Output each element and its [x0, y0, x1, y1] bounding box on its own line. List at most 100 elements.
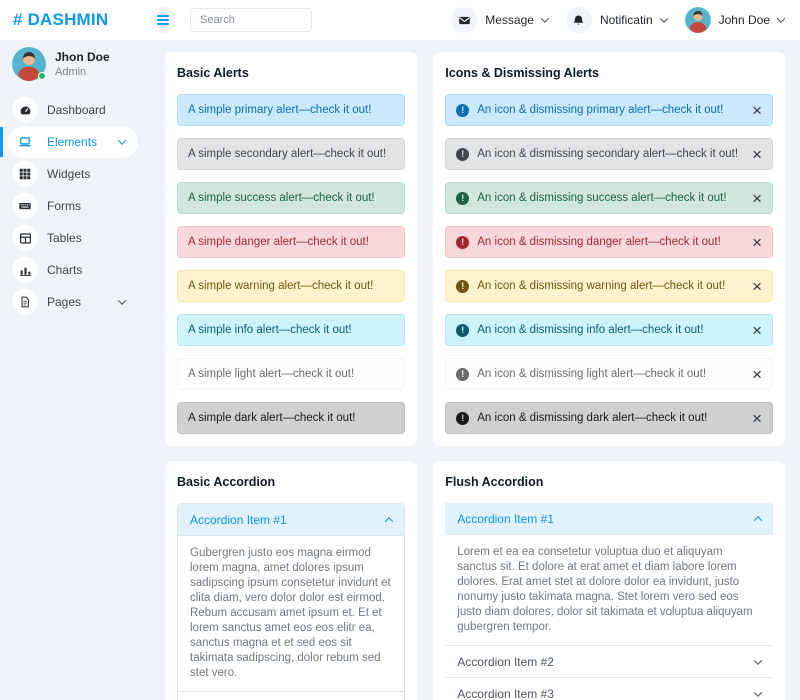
exclamation-circle-icon — [456, 148, 469, 161]
accordion-header-1[interactable]: Accordion Item #1 — [445, 503, 773, 535]
close-icon[interactable]: × — [746, 410, 762, 427]
alert-text: An icon & dismissing danger alert—check … — [477, 236, 721, 248]
alert-text: A simple secondary alert—check it out! — [188, 148, 386, 160]
sidebar-item-dashboard[interactable]: Dashboard — [8, 94, 138, 126]
user-dropdown[interactable]: John Doe — [685, 7, 784, 33]
keyboard-icon — [12, 193, 38, 219]
search-input[interactable] — [190, 8, 312, 32]
alert-text: A simple dark alert—check it out! — [188, 412, 355, 424]
avatar — [12, 47, 46, 81]
alert-text: A simple danger alert—check it out! — [188, 236, 369, 248]
chevron-down-icon — [659, 14, 667, 22]
chevron-down-icon — [754, 688, 762, 696]
alert-dismissing-dark: An icon & dismissing dark alert—check it… — [445, 402, 773, 434]
online-status-dot — [38, 72, 46, 80]
exclamation-circle-icon — [456, 192, 469, 205]
alert-text: A simple primary alert—check it out! — [188, 104, 371, 116]
exclamation-circle-icon — [456, 280, 469, 293]
chevron-up-icon — [754, 516, 762, 524]
sidebar-item-label: Charts — [47, 263, 82, 277]
flush-accordion: Accordion Item #1 Lorem et ea ea consete… — [445, 503, 773, 700]
sidebar-user-name: Jhon Doe — [55, 50, 110, 64]
alert-warning: A simple warning alert—check it out! — [177, 270, 405, 302]
card-title: Icons & Dismissing Alerts — [445, 66, 773, 80]
exclamation-circle-icon — [456, 236, 469, 249]
sidebar-item-widgets[interactable]: Widgets — [8, 158, 138, 190]
avatar — [685, 7, 711, 33]
chevron-down-icon — [777, 14, 785, 22]
sidebar: Jhon Doe Admin Dashboard Elements Widget… — [0, 40, 150, 700]
alert-dismissing-warning: An icon & dismissing warning alert—check… — [445, 270, 773, 302]
chart-bar-icon — [12, 257, 38, 283]
sidebar-item-pages[interactable]: Pages — [8, 286, 138, 318]
alert-dismissing-secondary: An icon & dismissing secondary alert—che… — [445, 138, 773, 170]
basic-alerts-card: Basic Alerts A simple primary alert—chec… — [165, 52, 417, 446]
sidebar-item-label: Pages — [47, 295, 81, 309]
sidebar-item-elements[interactable]: Elements — [8, 126, 138, 158]
alert-text: An icon & dismissing success alert—check… — [477, 192, 726, 204]
alert-text: A simple success alert—check it out! — [188, 192, 375, 204]
close-icon[interactable]: × — [746, 278, 762, 295]
top-navbar: # DASHMIN Message Notificatin John Doe — [0, 0, 800, 40]
notification-dropdown[interactable]: Notificatin — [566, 7, 667, 33]
sidebar-item-tables[interactable]: Tables — [8, 222, 138, 254]
accordion-header-2[interactable]: Accordion Item #2 — [178, 691, 404, 700]
alert-info: A simple info alert—check it out! — [177, 314, 405, 346]
sidebar-item-label: Dashboard — [47, 103, 106, 117]
sidebar-item-label: Forms — [47, 199, 81, 213]
brand-logo[interactable]: # DASHMIN — [0, 10, 150, 30]
alert-text: An icon & dismissing primary alert—check… — [477, 104, 723, 116]
alert-dismissing-success: An icon & dismissing success alert—check… — [445, 182, 773, 214]
close-icon[interactable]: × — [746, 146, 762, 163]
close-icon[interactable]: × — [746, 234, 762, 251]
alert-dismissing-info: An icon & dismissing info alert—check it… — [445, 314, 773, 346]
tachometer-icon — [12, 97, 38, 123]
chevron-up-icon — [385, 517, 393, 525]
user-name: John Doe — [719, 13, 770, 27]
close-icon[interactable]: × — [746, 322, 762, 339]
close-icon[interactable]: × — [746, 366, 762, 383]
envelope-icon — [451, 7, 477, 33]
close-icon[interactable]: × — [746, 190, 762, 207]
accordion-body: Lorem et ea ea consetetur voluptua duo e… — [445, 535, 773, 645]
close-icon[interactable]: × — [746, 102, 762, 119]
sidebar-item-charts[interactable]: Charts — [8, 254, 138, 286]
alert-danger: A simple danger alert—check it out! — [177, 226, 405, 258]
basic-accordion-card: Basic Accordion Accordion Item #1 Guberg… — [165, 461, 417, 700]
exclamation-circle-icon — [456, 104, 469, 117]
grid-icon — [12, 161, 38, 187]
chevron-down-icon — [118, 136, 126, 144]
sidebar-item-label: Widgets — [47, 167, 90, 181]
bell-icon — [566, 7, 592, 33]
accordion-header-2[interactable]: Accordion Item #2 — [445, 645, 773, 677]
accordion-label: Accordion Item #3 — [457, 687, 554, 700]
sidebar-toggle-button[interactable] — [150, 7, 176, 33]
alert-text: An icon & dismissing light alert—check i… — [477, 368, 706, 380]
sidebar-user-role: Admin — [55, 66, 110, 78]
sidebar-item-label: Tables — [47, 231, 82, 245]
alert-text: A simple light alert—check it out! — [188, 368, 354, 380]
sidebar-user: Jhon Doe Admin — [0, 40, 150, 94]
message-dropdown[interactable]: Message — [451, 7, 548, 33]
flush-accordion-card: Flush Accordion Accordion Item #1 Lorem … — [433, 461, 785, 700]
accordion-header-3[interactable]: Accordion Item #3 — [445, 677, 773, 700]
alert-success: A simple success alert—check it out! — [177, 182, 405, 214]
chevron-down-icon — [754, 656, 762, 664]
accordion-label: Accordion Item #1 — [457, 512, 554, 526]
card-title: Basic Alerts — [177, 66, 405, 80]
exclamation-circle-icon — [456, 324, 469, 337]
accordion-label: Accordion Item #2 — [457, 655, 554, 669]
alert-text: A simple info alert—check it out! — [188, 324, 352, 336]
bars-icon — [157, 19, 169, 21]
chevron-down-icon — [118, 296, 126, 304]
accordion-header-1[interactable]: Accordion Item #1 — [178, 504, 404, 536]
alert-text: A simple warning alert—check it out! — [188, 280, 373, 292]
alert-primary: A simple primary alert—check it out! — [177, 94, 405, 126]
alert-text: An icon & dismissing secondary alert—che… — [477, 148, 738, 160]
accordion-label: Accordion Item #1 — [190, 513, 287, 527]
exclamation-circle-icon — [456, 412, 469, 425]
exclamation-circle-icon — [456, 368, 469, 381]
navbar-right: Message Notificatin John Doe — [433, 7, 800, 33]
alert-secondary: A simple secondary alert—check it out! — [177, 138, 405, 170]
sidebar-item-forms[interactable]: Forms — [8, 190, 138, 222]
